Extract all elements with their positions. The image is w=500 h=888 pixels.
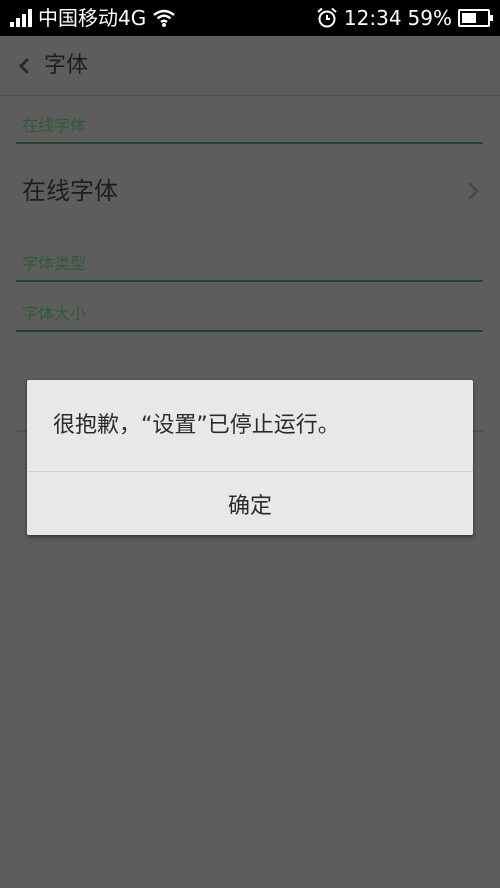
- carrier-label: 中国移动4G: [38, 6, 147, 30]
- section-header-online-font: 在线字体: [16, 110, 483, 144]
- chevron-left-icon[interactable]: [12, 52, 36, 80]
- clock-time: 12:34: [343, 6, 402, 30]
- online-font-row[interactable]: 在线字体: [0, 146, 500, 236]
- section-header-label: 字体大小: [22, 304, 87, 323]
- section-header-font-size: 字体大小: [16, 298, 483, 332]
- signal-icon: [10, 9, 32, 27]
- chevron-right-icon: [468, 182, 479, 200]
- alarm-icon: [317, 7, 337, 28]
- battery-icon: [458, 9, 493, 27]
- section-header-label: 字体类型: [22, 254, 87, 273]
- ok-button[interactable]: 确定: [27, 472, 473, 535]
- battery-level-fill: [462, 13, 477, 23]
- battery-percent: 59%: [407, 6, 452, 30]
- dialog-message: 很抱歉，“设置”已停止运行。: [53, 413, 340, 438]
- status-bar-left: 中国移动4G: [10, 0, 176, 36]
- app-stopped-dialog: 很抱歉，“设置”已停止运行。 确定: [27, 380, 473, 535]
- status-bar: 中国移动4G 12:34 59%: [0, 0, 500, 36]
- page-title: 字体: [44, 53, 89, 78]
- app-header: 字体: [0, 36, 500, 96]
- wifi-icon: [153, 9, 175, 27]
- status-bar-right: 12:34 59%: [316, 0, 493, 36]
- section-header-label: 在线字体: [22, 116, 87, 135]
- section-header-font-type: 字体类型: [16, 248, 483, 282]
- online-font-row-label: 在线字体: [22, 177, 118, 205]
